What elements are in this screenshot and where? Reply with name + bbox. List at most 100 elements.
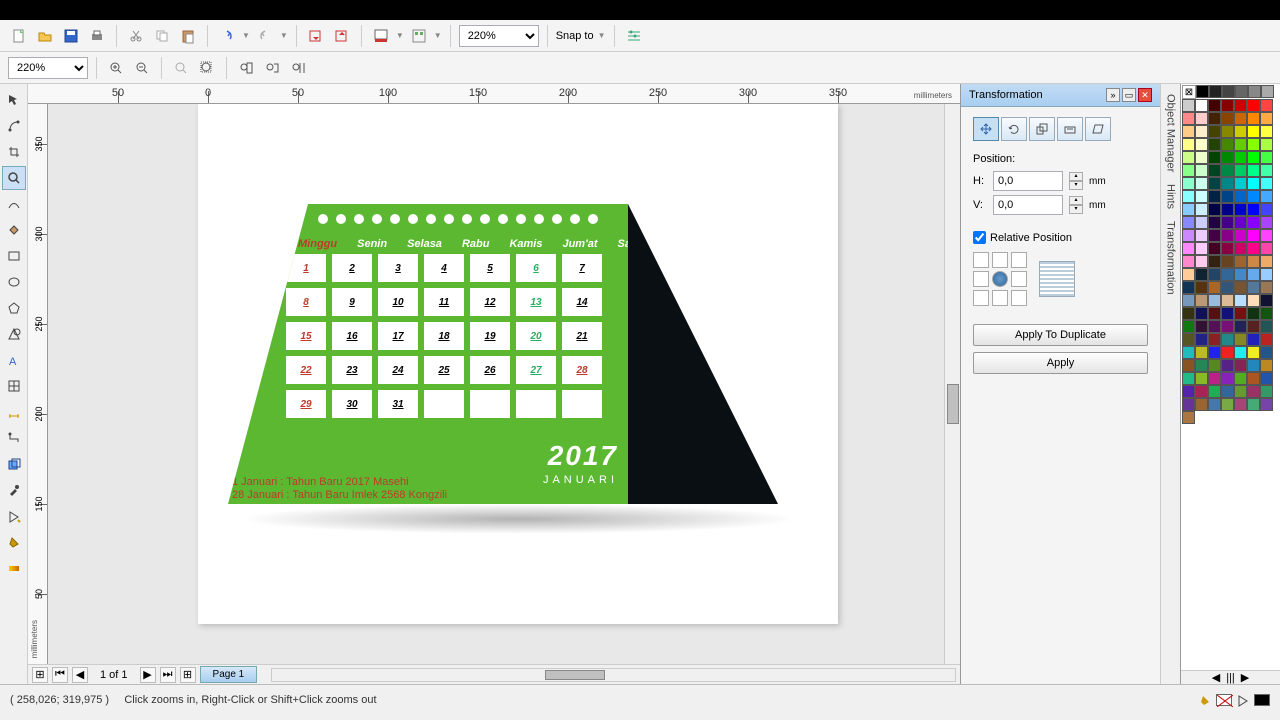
v-down-icon[interactable]: ▾ (1069, 205, 1083, 214)
apply-duplicate-button[interactable]: Apply To Duplicate (973, 324, 1148, 346)
color-swatch[interactable] (1247, 372, 1260, 385)
color-swatch[interactable] (1195, 281, 1208, 294)
color-swatch[interactable] (1208, 385, 1221, 398)
basic-shapes-icon[interactable] (2, 322, 26, 346)
next-page-icon[interactable]: ▶ (140, 667, 156, 683)
color-swatch[interactable] (1247, 190, 1260, 203)
color-swatch[interactable] (1247, 320, 1260, 333)
eyedropper-icon[interactable] (2, 478, 26, 502)
color-swatch[interactable] (1182, 372, 1195, 385)
color-swatch[interactable] (1182, 242, 1195, 255)
add-page-after-icon[interactable]: ⊞ (180, 667, 196, 683)
color-swatch[interactable] (1182, 216, 1195, 229)
color-swatch[interactable] (1221, 242, 1234, 255)
color-swatch[interactable] (1221, 177, 1234, 190)
color-swatch[interactable] (1195, 164, 1208, 177)
color-swatch[interactable] (1234, 294, 1247, 307)
copy-icon[interactable] (151, 25, 173, 47)
options-icon[interactable] (623, 25, 645, 47)
color-swatch[interactable] (1247, 346, 1260, 359)
color-swatch[interactable] (1208, 203, 1221, 216)
scale-tab-icon[interactable] (1029, 117, 1055, 141)
color-swatch[interactable] (1182, 398, 1195, 411)
color-swatch[interactable] (1195, 398, 1208, 411)
color-swatch[interactable] (1260, 346, 1273, 359)
color-swatch[interactable] (1234, 203, 1247, 216)
table-tool-icon[interactable] (2, 374, 26, 398)
color-swatch[interactable] (1221, 398, 1234, 411)
zoom-level-select[interactable]: 220% (459, 25, 539, 47)
color-swatch[interactable] (1182, 203, 1195, 216)
color-swatch[interactable] (1182, 307, 1195, 320)
h-down-icon[interactable]: ▾ (1069, 181, 1083, 190)
color-swatch[interactable] (1182, 99, 1195, 112)
color-swatch[interactable] (1234, 112, 1247, 125)
color-swatch[interactable] (1221, 216, 1234, 229)
color-swatch[interactable] (1260, 359, 1273, 372)
color-swatch[interactable] (1221, 164, 1234, 177)
color-swatch[interactable] (1234, 359, 1247, 372)
color-swatch[interactable] (1234, 385, 1247, 398)
zoom-page-icon[interactable] (235, 57, 257, 79)
color-swatch[interactable] (1247, 216, 1260, 229)
color-swatch[interactable] (1247, 151, 1260, 164)
color-swatch[interactable] (1208, 151, 1221, 164)
color-swatch[interactable] (1208, 138, 1221, 151)
color-swatch[interactable] (1247, 138, 1260, 151)
color-swatch[interactable] (1195, 346, 1208, 359)
first-page-icon[interactable]: ⏮ (52, 667, 68, 683)
color-swatch[interactable] (1260, 294, 1273, 307)
color-swatch[interactable] (1182, 112, 1195, 125)
relative-position-checkbox[interactable] (973, 231, 986, 244)
color-swatch[interactable] (1260, 281, 1273, 294)
color-swatch[interactable] (1221, 229, 1234, 242)
no-color-icon[interactable]: ⊠ (1182, 85, 1196, 99)
color-swatch[interactable] (1208, 359, 1221, 372)
size-tab-icon[interactable] (1057, 117, 1083, 141)
color-swatch[interactable] (1208, 125, 1221, 138)
dimension-tool-icon[interactable] (2, 400, 26, 424)
open-icon[interactable] (34, 25, 56, 47)
color-swatch[interactable] (1195, 112, 1208, 125)
outline-tool-icon[interactable] (2, 504, 26, 528)
color-swatch[interactable] (1260, 229, 1273, 242)
color-swatch[interactable] (1260, 307, 1273, 320)
color-swatch[interactable] (1221, 359, 1234, 372)
color-swatch[interactable] (1208, 99, 1221, 112)
color-swatch[interactable] (1234, 177, 1247, 190)
save-icon[interactable] (60, 25, 82, 47)
color-swatch[interactable] (1195, 203, 1208, 216)
color-swatch[interactable] (1222, 85, 1235, 98)
apply-button[interactable]: Apply (973, 352, 1148, 374)
outline-swatch[interactable] (1254, 694, 1270, 706)
color-swatch[interactable] (1260, 177, 1273, 190)
import-icon[interactable] (305, 25, 327, 47)
color-swatch[interactable] (1182, 385, 1195, 398)
color-swatch[interactable] (1247, 125, 1260, 138)
color-swatch[interactable] (1260, 333, 1273, 346)
color-swatch[interactable] (1195, 359, 1208, 372)
color-swatch[interactable] (1195, 229, 1208, 242)
color-swatch[interactable] (1247, 112, 1260, 125)
ruler-vertical[interactable]: millimeters 35030025020015050 (28, 104, 48, 664)
position-tab-icon[interactable] (973, 117, 999, 141)
shape-tool-icon[interactable] (2, 114, 26, 138)
color-swatch[interactable] (1221, 125, 1234, 138)
color-swatch[interactable] (1182, 190, 1195, 203)
color-swatch[interactable] (1208, 346, 1221, 359)
print-icon[interactable] (86, 25, 108, 47)
prev-page-icon[interactable]: ◀ (72, 667, 88, 683)
scrollbar-horizontal[interactable] (271, 668, 956, 682)
color-swatch[interactable] (1195, 125, 1208, 138)
color-swatch[interactable] (1234, 398, 1247, 411)
color-swatch[interactable] (1195, 294, 1208, 307)
color-swatch[interactable] (1234, 372, 1247, 385)
color-swatch[interactable] (1195, 333, 1208, 346)
color-swatch[interactable] (1260, 164, 1273, 177)
color-swatch[interactable] (1221, 320, 1234, 333)
color-swatch[interactable] (1247, 333, 1260, 346)
last-page-icon[interactable]: ⏭ (160, 667, 176, 683)
color-swatch[interactable] (1260, 242, 1273, 255)
color-swatch[interactable] (1221, 281, 1234, 294)
color-swatch[interactable] (1247, 229, 1260, 242)
